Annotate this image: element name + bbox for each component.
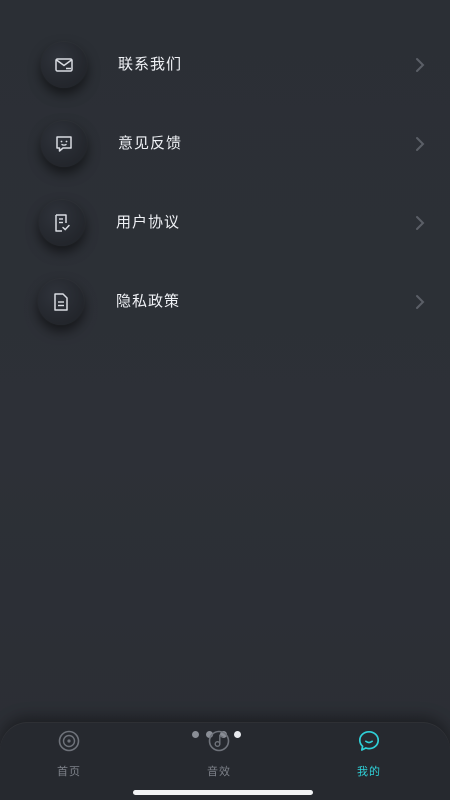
chevron-right-icon	[416, 216, 425, 230]
chat-bubble-smile-icon	[358, 730, 380, 751]
profile-screen: 联系我们 意见反馈 用户协议 隐私政策 首页 音效 我的	[0, 0, 450, 800]
chevron-right-icon	[416, 137, 425, 151]
menu-item-label: 用户协议	[116, 213, 181, 231]
document-lines-icon	[38, 279, 84, 325]
menu-item-label: 意见反馈	[118, 134, 183, 152]
tab-label: 首页	[57, 765, 81, 778]
menu-item-privacy-policy[interactable]: 隐私政策	[0, 275, 450, 335]
chevron-right-icon	[416, 295, 425, 309]
tab-mine[interactable]: 我的	[324, 729, 414, 784]
document-check-icon	[39, 200, 85, 246]
tab-label: 我的	[357, 765, 381, 778]
menu-item-label: 隐私政策	[116, 292, 181, 310]
tab-home[interactable]: 首页	[24, 729, 114, 784]
mail-icon	[41, 42, 87, 88]
menu-item-label: 联系我们	[118, 55, 183, 73]
menu-item-contact-us[interactable]: 联系我们	[0, 38, 450, 98]
disc-icon	[58, 730, 80, 752]
chevron-right-icon	[416, 58, 425, 72]
tab-sound-effects[interactable]: 音效	[174, 729, 264, 784]
menu-item-user-agreement[interactable]: 用户协议	[0, 196, 450, 256]
menu-item-feedback[interactable]: 意见反馈	[0, 117, 450, 177]
home-indicator	[133, 790, 313, 795]
music-note-icon	[208, 730, 230, 752]
settings-menu-list: 联系我们 意见反馈 用户协议 隐私政策	[0, 0, 450, 360]
feedback-chat-icon	[41, 121, 87, 167]
tab-label: 音效	[207, 765, 231, 778]
